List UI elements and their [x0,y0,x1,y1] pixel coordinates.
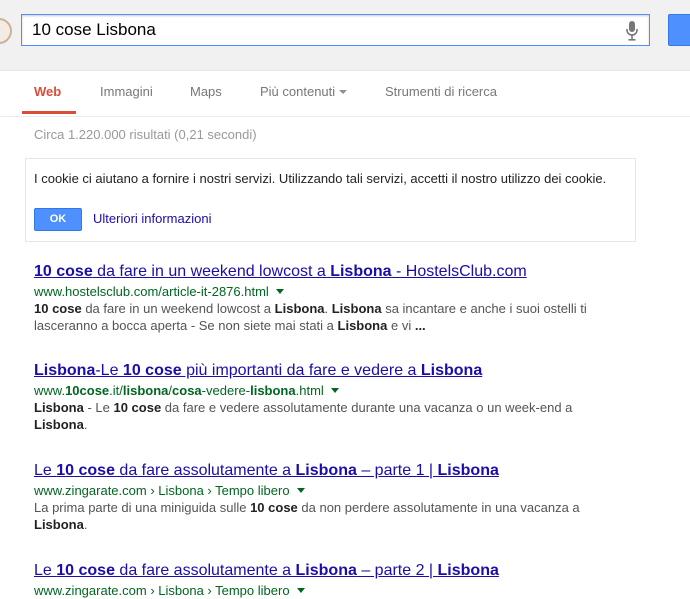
url-dropdown-icon[interactable] [330,388,339,394]
cookie-text: I cookie ci aiutano a fornire i nostri s… [34,171,607,186]
result-url-text: www.10cose.it/lisbona/cosa-vedere-lisbon… [34,383,324,398]
result-stats: Circa 1.220.000 risultati (0,21 secondi) [34,127,257,142]
result-url: www.10cose.it/lisbona/cosa-vedere-lisbon… [34,382,634,399]
url-dropdown-icon[interactable] [296,588,305,594]
cookie-more-info-link[interactable]: Ulteriori informazioni [93,211,211,226]
result-title-link[interactable]: Lisbona-Le 10 cose più importanti da far… [34,361,634,381]
result-url: www.zingarate.com › Lisbona › Tempo libe… [34,582,634,599]
tab-web[interactable]: Web [34,84,61,99]
result-url-text: www.zingarate.com › Lisbona › Tempo libe… [34,483,290,498]
active-tab-indicator [22,111,76,114]
result-url: www.zingarate.com › Lisbona › Tempo libe… [34,482,634,499]
search-input[interactable] [32,19,602,41]
search-result: Le 10 cose da fare assolutamente a Lisbo… [34,561,634,599]
tab-images[interactable]: Immagini [100,84,153,99]
search-tabs: Web Immagini Maps Più contenuti Strument… [0,71,690,117]
chevron-down-icon [339,89,348,94]
result-url-text: www.zingarate.com › Lisbona › Tempo libe… [34,583,290,598]
url-dropdown-icon[interactable] [296,488,305,494]
search-result: 10 cose da fare in un weekend lowcost a … [34,262,634,334]
result-url-text: www.hostelsclub.com/article-it-2876.html [34,284,269,299]
result-snippet: 10 cose da fare in un weekend lowcost a … [34,301,587,333]
result-url: www.hostelsclub.com/article-it-2876.html [34,283,634,300]
top-bar [0,0,690,71]
cookie-notice: I cookie ci aiutano a fornire i nostri s… [25,158,636,242]
logo-fragment[interactable] [0,18,12,44]
tab-more[interactable]: Più contenuti [260,84,348,99]
result-title-link[interactable]: Le 10 cose da fare assolutamente a Lisbo… [34,461,634,481]
cookie-ok-button[interactable]: OK [34,208,82,231]
result-title-link[interactable]: Le 10 cose da fare assolutamente a Lisbo… [34,561,634,581]
tab-more-label: Più contenuti [260,84,336,99]
result-title-link[interactable]: 10 cose da fare in un weekend lowcost a … [34,262,634,282]
search-box[interactable] [21,14,650,46]
tab-maps[interactable]: Maps [190,84,222,99]
search-result: Le 10 cose da fare assolutamente a Lisbo… [34,461,634,533]
tab-search-tools[interactable]: Strumenti di ricerca [385,84,497,99]
microphone-icon[interactable] [625,21,639,41]
result-snippet: Lisbona - Le 10 cose da fare e vedere as… [34,400,573,432]
search-result: Lisbona-Le 10 cose più importanti da far… [34,361,634,433]
url-dropdown-icon[interactable] [275,289,284,295]
search-button[interactable] [668,14,690,46]
result-snippet: La prima parte di una miniguida sulle 10… [34,500,580,532]
